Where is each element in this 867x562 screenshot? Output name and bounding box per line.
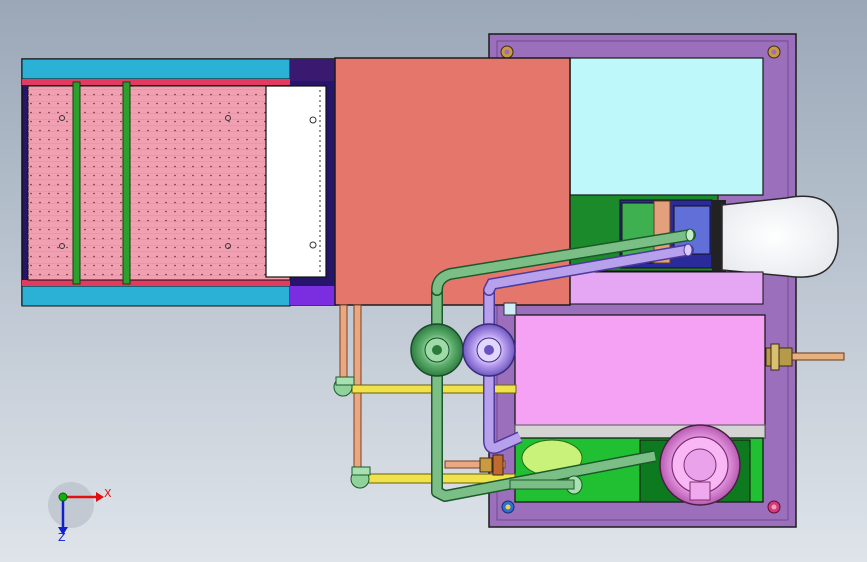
pump-violet <box>462 323 516 377</box>
cyan-enclosure <box>569 57 764 196</box>
x-axis-label: X <box>104 487 112 500</box>
white-guard <box>265 85 327 278</box>
cad-drawing[interactable] <box>0 0 867 562</box>
y-axis-dot <box>58 492 68 502</box>
bolt-bottom-right <box>767 500 781 514</box>
x-axis-arrow <box>96 492 104 502</box>
bolt-bottom-left <box>501 500 515 514</box>
z-axis-label: Z <box>58 531 66 544</box>
bolt-top-right <box>767 45 781 59</box>
pink-motor <box>659 424 741 506</box>
bolt-top-left <box>500 45 514 59</box>
tray-assembly <box>21 58 337 307</box>
axis-triad <box>48 482 104 535</box>
discharge-nozzle <box>721 195 839 278</box>
pump-green <box>410 323 464 377</box>
magenta-tank <box>514 314 766 439</box>
lavender-band <box>569 271 764 305</box>
cad-viewport[interactable]: X Z <box>0 0 867 562</box>
side-valve <box>765 343 845 371</box>
